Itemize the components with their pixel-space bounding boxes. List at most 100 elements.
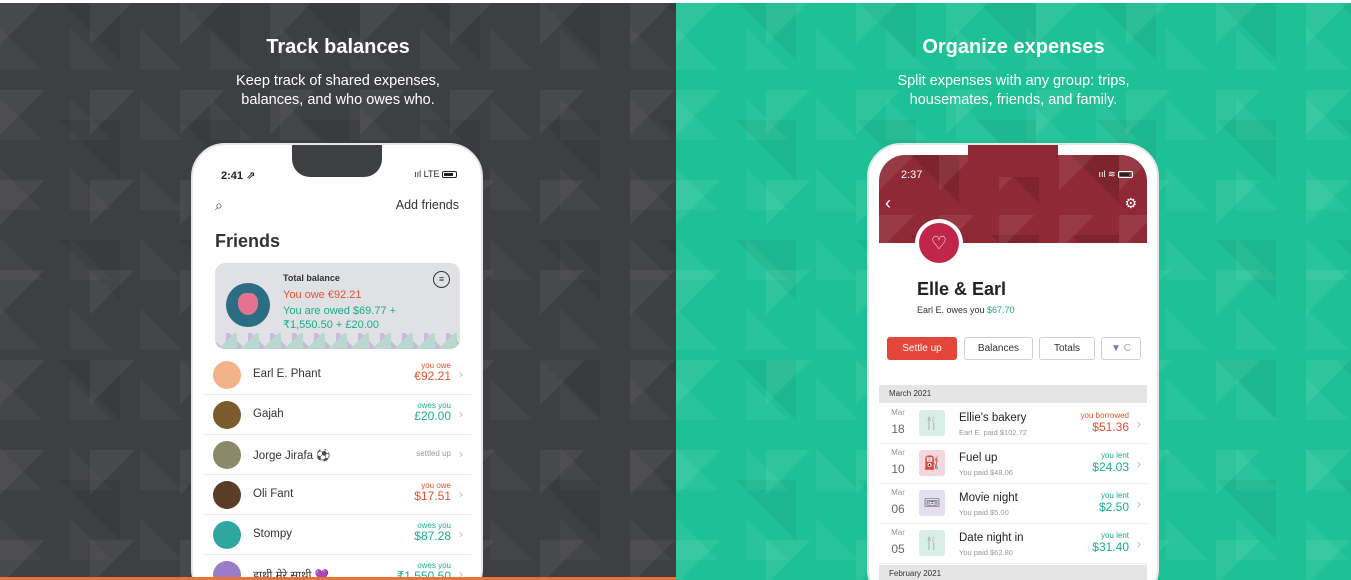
subtitle-line-1: Keep track of shared expenses, [236, 73, 440, 89]
more-button[interactable]: ▼ C [1101, 337, 1141, 360]
group-screen: 2:37 ııl ≋ ‹ ⚙ ♡ Elle & Earl Earl E. owe… [879, 155, 1147, 580]
signal-text: ııl LTE [414, 169, 440, 179]
friend-name: Earl E. Phant [253, 368, 321, 380]
status-amount: $87.28 [414, 529, 451, 543]
status-amount: $17.51 [414, 489, 451, 503]
you-are-owed-text: You are owed $69.77 + ₹1,550.50 + £20.00 [283, 305, 397, 331]
friend-name: Oli Fant [253, 488, 294, 500]
avatar [226, 283, 270, 327]
gear-icon[interactable]: ⚙ [1124, 195, 1137, 212]
expense-day: 18 [891, 422, 905, 436]
expense-row[interactable]: Mar 10 ⛽ Fuel up You paid $48.06 you len… [879, 444, 1147, 484]
month-header: March 2021 [879, 385, 1147, 403]
expense-paid: You paid $48.06 [959, 468, 1013, 477]
chevron-right-icon: › [459, 487, 463, 501]
expense-row[interactable]: Mar 18 🍴 Ellie's bakery Earl E. paid $10… [879, 404, 1147, 444]
organize-expenses-panel: Organize expenses Split expenses with an… [676, 0, 1351, 580]
fork-knife-icon: 🍴 [919, 530, 945, 556]
friends-list: Earl E. Phant you owe €92.21 › Gajah owes… [203, 355, 471, 580]
total-balance-label: Total balance [283, 273, 340, 283]
summary-amount: $67.70 [987, 305, 1015, 315]
expense-name: Ellie's bakery [959, 412, 1027, 424]
status-label: you lent [1100, 531, 1129, 540]
expense-day: 06 [891, 502, 905, 516]
search-icon[interactable]: ⌕ [215, 197, 223, 214]
chevron-right-icon: › [459, 527, 463, 541]
filter-icon[interactable]: ≡ [433, 271, 450, 288]
expense-name: Date night in [959, 532, 1024, 544]
expense-row[interactable]: Mar 05 🍴 Date night in You paid $62.80 y… [879, 524, 1147, 564]
avatar [213, 441, 241, 469]
ticket-icon: 🎟 [919, 490, 945, 516]
you-owe-text: You owe €92.21 [283, 289, 362, 301]
status-amount: £20.00 [414, 409, 451, 423]
friend-name: Jorge Jirafa ⚽ [253, 450, 331, 462]
balances-button[interactable]: Balances [964, 337, 1033, 360]
chevron-right-icon: › [1137, 537, 1141, 551]
battery-icon [442, 171, 457, 179]
expense-row[interactable]: Mar 06 🎟 Movie night You paid $5.00 you … [879, 484, 1147, 524]
chevron-right-icon: › [459, 407, 463, 421]
list-item[interactable]: Stompy owes you $87.28 › [203, 515, 471, 555]
summary-text: Earl E. owes you [917, 305, 988, 315]
status-amount: $31.40 [1092, 540, 1129, 554]
heart-icon: ♡ [919, 223, 959, 263]
total-balance-card[interactable]: Total balance You owe €92.21 You are owe… [215, 263, 460, 349]
group-avatar: ♡ [915, 219, 963, 267]
month-header: February 2021 [879, 565, 1147, 580]
expense-paid: You paid $5.00 [959, 508, 1009, 517]
status-signal: ııl ≋ [1098, 169, 1133, 180]
mountain-decoration [215, 333, 460, 349]
status-time: 2:41 ⇗ [221, 170, 256, 182]
avatar [213, 401, 241, 429]
status-label: you lent [1100, 451, 1129, 460]
status-amount: $51.36 [1092, 420, 1129, 434]
add-friends-button[interactable]: Add friends [396, 198, 459, 212]
battery-icon [1118, 171, 1133, 179]
friend-status: settled up [416, 449, 451, 458]
status-amount: $2.50 [1098, 500, 1129, 514]
expense-name: Movie night [959, 492, 1018, 504]
phone-friends: 2:41 ⇗ ııl LTE ⌕ Add friends Friends Tot… [191, 143, 483, 580]
avatar [213, 361, 241, 389]
group-name: Elle & Earl [917, 279, 1007, 299]
status-signal: ııl LTE [414, 169, 457, 179]
list-item[interactable]: Jorge Jirafa ⚽ settled up › [203, 435, 471, 475]
friends-screen: 2:41 ⇗ ııl LTE ⌕ Add friends Friends Tot… [203, 155, 471, 580]
expense-paid: Earl E. paid $102.72 [959, 428, 1027, 437]
expense-month: Mar [891, 528, 905, 537]
group-balance-summary: Earl E. owes you $67.70 [917, 305, 1015, 315]
back-arrow-icon[interactable]: ‹ [885, 193, 891, 214]
expense-status: you lent $2.50 [1099, 491, 1129, 514]
settle-up-button[interactable]: Settle up [887, 337, 957, 360]
top-border [0, 0, 1351, 3]
list-item[interactable]: Earl E. Phant you owe €92.21 › [203, 355, 471, 395]
chevron-right-icon: › [1137, 457, 1141, 471]
status-label: you borrowed [1080, 411, 1129, 420]
track-balances-panel: Track balances Keep track of shared expe… [0, 0, 676, 580]
chevron-right-icon: › [1137, 417, 1141, 431]
fork-knife-icon: 🍴 [919, 410, 945, 436]
friend-status: owes you £20.00 [414, 401, 451, 423]
totals-button[interactable]: Totals [1039, 337, 1095, 360]
status-amount: $24.03 [1092, 460, 1129, 474]
phone-group: 2:37 ııl ≋ ‹ ⚙ ♡ Elle & Earl Earl E. owe… [867, 143, 1159, 580]
friend-status: you owe $17.51 [414, 481, 451, 503]
friend-name: Gajah [253, 408, 284, 420]
expense-status: you lent $24.03 [1092, 451, 1129, 474]
list-item[interactable]: Gajah owes you £20.00 › [203, 395, 471, 435]
list-item[interactable]: Oli Fant you owe $17.51 › [203, 475, 471, 515]
phone-notch [292, 145, 382, 177]
expense-day: 10 [891, 462, 905, 476]
organize-expenses-title: Organize expenses [922, 36, 1105, 58]
avatar [213, 521, 241, 549]
subtitle-line-2: housemates, friends, and family. [909, 92, 1118, 108]
avatar [213, 481, 241, 509]
track-balances-title: Track balances [266, 36, 410, 58]
status-amount: €92.21 [414, 369, 451, 383]
chevron-right-icon: › [459, 367, 463, 381]
status-time: 2:37 [901, 169, 923, 181]
subtitle-line-1: Split expenses with any group: trips, [897, 73, 1130, 89]
expense-paid: You paid $62.80 [959, 548, 1013, 557]
expense-month: Mar [891, 488, 905, 497]
